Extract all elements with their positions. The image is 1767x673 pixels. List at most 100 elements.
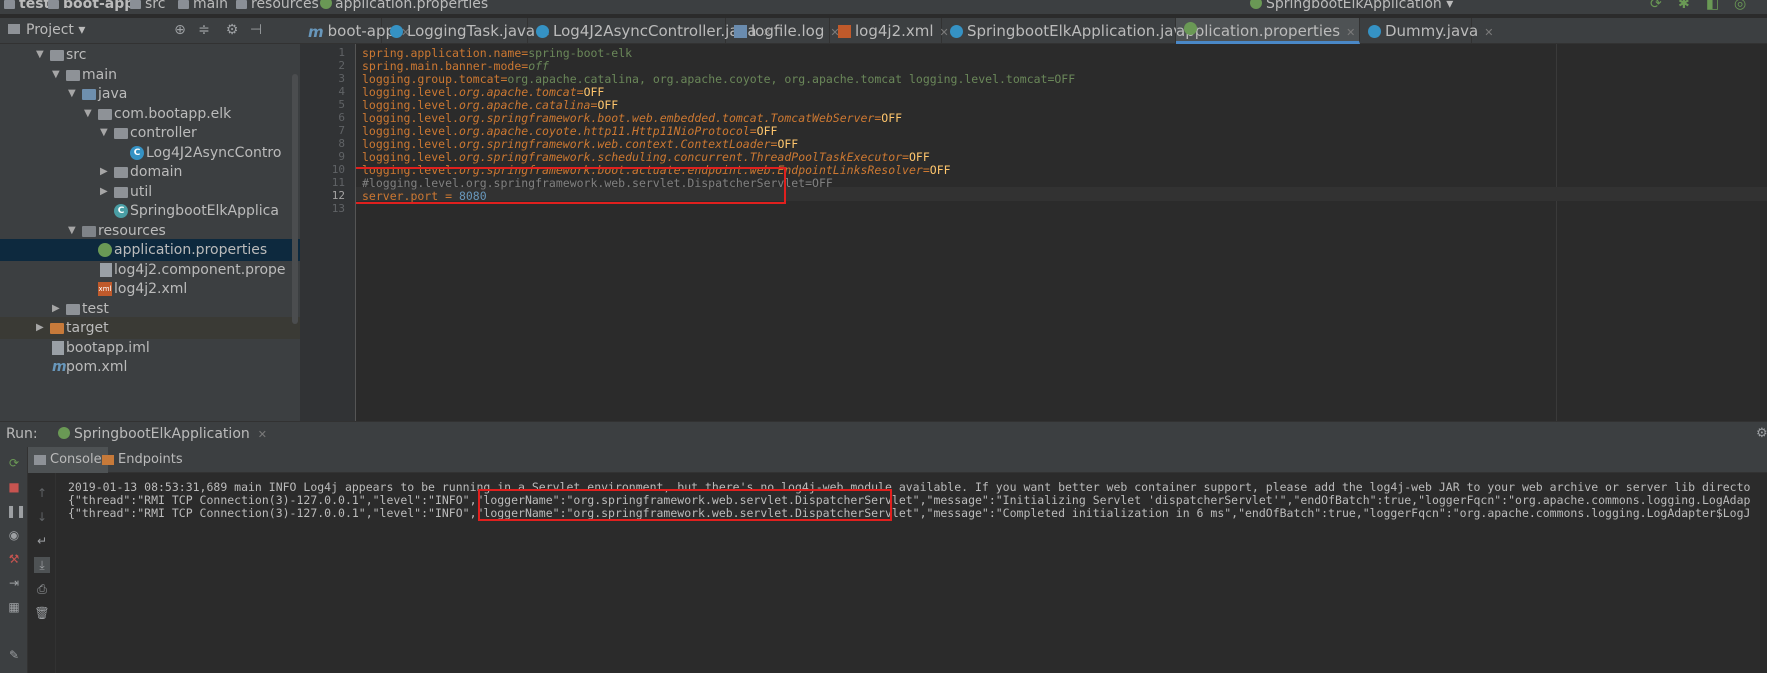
up-arrow-icon[interactable]: ↑ <box>34 485 50 501</box>
xml-file-icon: xml <box>98 282 112 296</box>
highlight-box-editor <box>356 167 786 204</box>
tab-boot-app[interactable]: m boot-app ✕ <box>300 18 410 44</box>
console-line: 2019-01-13 08:53:31,689 main INFO Log4j … <box>68 480 1751 494</box>
print-icon[interactable]: ⎙ <box>34 581 50 597</box>
tree-item-controller[interactable]: ▼ controller <box>0 122 300 144</box>
tab-loggingtask-java[interactable]: LoggingTask.java✕ <box>382 18 550 44</box>
line-number: 3 <box>338 72 345 85</box>
line-number: 11 <box>331 176 345 189</box>
stop-icon[interactable]: ■ <box>6 479 22 495</box>
breadcrumb-item-src[interactable]: src <box>130 0 165 12</box>
tab-dummy-java[interactable]: Dummy.java ✕ <box>1360 18 1493 44</box>
tree-item-log4j2-xml[interactable]: xml log4j2.xml <box>0 278 300 300</box>
endpoints-icon <box>102 454 114 465</box>
console-toolbar: ↑ ↓ ↵ ⤓ ⎙ 🗑 <box>28 473 56 673</box>
hide-icon[interactable]: ⊣ <box>248 22 264 38</box>
run-config-tab[interactable]: SpringbootElkApplication ✕ <box>58 426 267 442</box>
tree-item-pom-xml[interactable]: m pom.xml <box>0 356 300 378</box>
console-line: {"thread":"RMI TCP Connection(3)-127.0.0… <box>68 493 1751 507</box>
console-icon <box>34 454 46 465</box>
profile-icon[interactable]: ◎ <box>1734 0 1746 12</box>
class-icon: C <box>130 146 144 160</box>
project-tree: ▼ src ▼ main ▼ java ▼ com.bootapp.elk ▼ contr… <box>0 44 300 421</box>
console-output[interactable]: 2019-01-13 08:53:31,689 main INFO Log4j … <box>56 473 1767 673</box>
tab-logfile-log[interactable]: logfile.log ✕ <box>726 18 840 44</box>
line-number: 8 <box>338 137 345 150</box>
tab-endpoints[interactable]: Endpoints <box>96 447 189 473</box>
run-icon[interactable]: ⟳ <box>1650 0 1662 12</box>
collapse-all-icon[interactable]: ≑ <box>196 22 212 38</box>
trash-icon[interactable]: 🗑 <box>34 605 50 621</box>
code-line: logging.level.org.springframework.boot.w… <box>362 111 903 125</box>
pin-icon[interactable]: ✎ <box>6 647 22 663</box>
breadcrumb: test boot-app src main resources applica… <box>0 0 1767 14</box>
line-number: 2 <box>338 59 345 72</box>
code-line: logging.level.org.apache.catalina=OFF <box>362 98 619 112</box>
line-number: 4 <box>338 85 345 98</box>
close-icon[interactable]: ✕ <box>258 428 267 441</box>
pause-icon[interactable]: ❚❚ <box>6 503 26 519</box>
breadcrumb-item-resources[interactable]: resources <box>236 0 319 12</box>
soft-wrap-icon[interactable]: ↵ <box>34 533 50 549</box>
tree-scrollbar[interactable] <box>292 74 298 324</box>
code-editor[interactable]: spring.application.name=spring-boot-elk … <box>356 44 1767 421</box>
tree-item-domain[interactable]: ▶ domain <box>0 161 300 183</box>
run-panel-header: Run: SpringbootElkApplication ✕ ⚙ <box>0 421 1767 447</box>
gear-icon[interactable]: ⚙ <box>224 22 240 38</box>
tree-item-application-properties[interactable]: application.properties <box>0 239 300 261</box>
properties-icon <box>98 243 112 257</box>
properties-file-icon <box>100 263 112 277</box>
highlight-box-console <box>478 489 892 521</box>
locate-icon[interactable]: ⊕ <box>172 22 188 38</box>
layout-icon[interactable]: ▦ <box>6 599 22 615</box>
debug-icon[interactable]: ✱ <box>1678 0 1690 12</box>
down-arrow-icon[interactable]: ↓ <box>34 509 50 525</box>
tree-item-target[interactable]: ▶ target <box>0 317 300 339</box>
coverage-icon[interactable]: ◧ <box>1706 0 1719 12</box>
breadcrumb-item-boot-app[interactable]: boot-app <box>48 0 134 12</box>
run-label: Run: <box>6 426 38 442</box>
spring-class-icon: C <box>114 204 128 218</box>
project-icon <box>8 24 20 34</box>
maven-icon: m <box>52 359 67 375</box>
close-icon[interactable]: ✕ <box>1346 26 1355 39</box>
tree-item-java[interactable]: ▼ java <box>0 83 300 105</box>
project-panel-header: Project ▾ ⊕ ≑ ⚙ ⊣ <box>0 18 300 44</box>
iml-file-icon <box>52 341 64 355</box>
run-subtabs: Console Endpoints <box>28 447 1767 473</box>
breadcrumb-item-main[interactable]: main <box>178 0 228 12</box>
run-config-selector[interactable]: SpringbootElkApplication ▾ <box>1250 0 1453 12</box>
line-number-current: 12 <box>331 189 345 202</box>
close-icon[interactable]: ✕ <box>1484 26 1493 39</box>
restore-layout-icon[interactable]: ⚒ <box>6 551 22 567</box>
code-line: logging.level.org.springframework.web.co… <box>362 137 799 151</box>
tab-springbootelkapplication-java[interactable]: SpringbootElkApplication.java✕ <box>942 18 1207 44</box>
tree-item-springbootelkapplication[interactable]: C SpringbootElkApplica <box>0 200 300 222</box>
line-number: 1 <box>338 46 345 59</box>
tab-log4j2asynccontroller-java[interactable]: Log4J2AsyncController.java ✕ <box>528 18 772 44</box>
code-line: spring.main.banner-mode=off <box>362 59 549 73</box>
line-number: 6 <box>338 111 345 124</box>
rerun-icon[interactable]: ⟳ <box>6 455 22 471</box>
code-line: logging.level.org.apache.coyote.http11.H… <box>362 124 778 138</box>
line-number: 5 <box>338 98 345 111</box>
line-number: 10 <box>331 163 345 176</box>
project-view-selector[interactable]: Project ▾ <box>26 22 85 38</box>
editor-gutter: 1 2 3 4 5 6 7 8 9 10 11 12 13 <box>300 44 356 421</box>
line-number: 13 <box>331 202 345 215</box>
settings-icon[interactable]: ⚙ <box>1756 426 1767 441</box>
right-margin-guide <box>1556 44 1557 421</box>
tab-log4j2-xml[interactable]: log4j2.xml ✕ <box>830 18 949 44</box>
tab-application-properties[interactable]: application.properties ✕ <box>1176 18 1360 44</box>
exit-icon[interactable]: ⇥ <box>6 575 22 591</box>
breadcrumb-item-test[interactable]: test <box>4 0 50 12</box>
code-line: spring.application.name=spring-boot-elk <box>362 46 633 60</box>
scroll-to-end-icon[interactable]: ⤓ <box>34 557 50 573</box>
editor-tabs: mboot-app✕ LoggingTask.java✕ Log4J2Async… <box>300 18 1767 44</box>
tree-item-src[interactable]: ▼ src <box>0 44 300 66</box>
code-line: logging.group.tomcat=org.apache.catalina… <box>362 72 1076 86</box>
line-number: 7 <box>338 124 345 137</box>
run-toolbar: ⟳ ■ ❚❚ ◉ ⚒ ⇥ ▦ ✎ <box>0 447 28 673</box>
breadcrumb-item-application-properties[interactable]: application.properties <box>320 0 488 12</box>
camera-icon[interactable]: ◉ <box>6 527 22 543</box>
